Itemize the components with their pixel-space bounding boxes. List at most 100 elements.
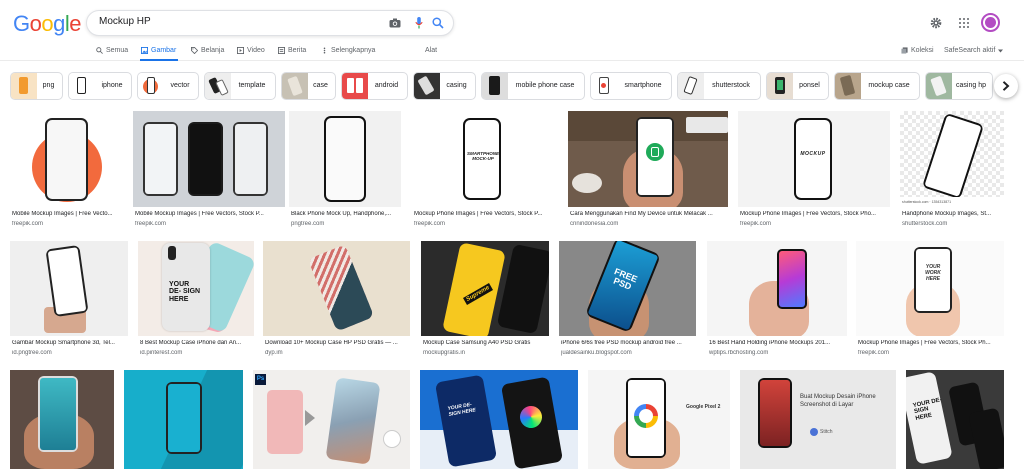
search-icon[interactable] [431,16,445,30]
image-result[interactable]: Mobile Mockup Images | Free Vecto... fre… [10,111,129,231]
result-thumbnail: YOUR DE- SIGN HERE [420,370,578,469]
google-logo[interactable]: Google [13,11,82,37]
safesearch-button[interactable]: SafeSearch aktif [944,47,1004,54]
chip-label: smartphone [624,82,662,89]
logo-letter: e [69,11,82,36]
image-result[interactable]: Ps [253,370,410,469]
search-input[interactable]: Mockup HP [99,16,151,27]
chip-thumbnail [835,73,861,99]
image-result[interactable]: MOCKUP Mockup Phone Images | Free Vector… [738,111,890,231]
image-result[interactable]: Download 10+ Mockup Case HP PSD Gratis —… [263,241,410,361]
result-thumbnail [133,111,285,207]
image-caption: Stitch [820,429,833,435]
image-result[interactable]: Cara Menggunakan Find My Device untuk Me… [568,111,728,231]
apps-grid-icon[interactable] [959,18,969,28]
result-source: pngtree.com [291,221,325,227]
result-title: Handphone Mockup Images, St... [902,211,992,217]
result-title: Cara Menggunakan Find My Device untuk Me… [570,211,713,217]
image-result[interactable] [10,370,114,469]
chip-case[interactable]: case [281,72,336,100]
chip-thumbnail [767,73,793,99]
result-title: Mockup Phone Images | Free Vectors, Stoc… [414,211,543,217]
image-result[interactable]: YOUR WORK HERE Mockup Phone Images | Fre… [856,241,1004,361]
image-result[interactable]: FREE PSD iPhone 6/6s free PSD mockup and… [559,241,696,361]
chip-iphone[interactable]: iphone [68,72,132,100]
image-result[interactable]: YOUR DE- SIGN HERE [420,370,578,469]
chip-thumbnail [11,73,37,99]
news-icon [278,47,285,54]
chip-thumbnail [342,73,368,99]
result-thumbnail [707,241,847,336]
image-result[interactable]: SMARTPHONE MOCK-UP Mockup Phone Images |… [412,111,558,231]
chip-casing-hp[interactable]: casing hp [925,72,993,100]
chip-casing[interactable]: casing [413,72,476,100]
image-result[interactable]: Supreme Mockup Case Samsung A40 PSD Grat… [421,241,549,361]
chevron-right-icon [1002,81,1010,91]
chips-next-button[interactable] [994,74,1018,98]
result-source: freepik.com [135,221,167,227]
stitch-logo [810,428,818,436]
search-box[interactable]: Mockup HP [86,10,454,36]
result-thumbnail: Ps [253,370,410,469]
result-thumbnail: SMARTPHONE MOCK-UP [412,111,558,207]
result-thumbnail [263,241,410,336]
chip-vector[interactable]: vector [137,72,199,100]
chip-label: png [42,82,55,89]
tab-video[interactable]: Video [237,47,265,54]
logo-letter: o [41,11,54,36]
image-result[interactable] [124,370,243,469]
tools-button[interactable]: Alat [425,47,437,54]
image-result[interactable]: Mobile Mockup Images | Free Vectors, Sto… [133,111,285,231]
chip-thumbnail [482,73,508,99]
result-thumbnail: Buat Mockup Desain iPhone Screenshot di … [740,370,896,469]
tab-shopping[interactable]: Belanja [191,47,224,54]
related-searches: png iphone vector template case android … [0,72,1024,100]
chip-mockup-case[interactable]: mockup case [834,72,920,100]
chip-label: iphone [101,82,123,89]
tab-label: Belanja [201,47,225,54]
tab-news[interactable]: Berita [278,47,306,54]
image-result[interactable]: YOUR DE- SIGN HERE 8 Best Mockup Case iP… [138,241,254,361]
camera-icon[interactable] [388,16,402,30]
tab-more[interactable]: Selengkapnya [321,47,375,54]
mic-icon[interactable] [412,16,426,30]
collections-button[interactable]: Koleksi [901,47,934,54]
image-result[interactable]: YOUR DE- SIGN HERE [906,370,1004,469]
image-result[interactable]: 16 Best Hand Holding iPhone Mockups 201.… [707,241,847,361]
chip-png[interactable]: png [10,72,63,100]
chip-thumbnail [282,73,308,99]
result-thumbnail [568,111,728,207]
tab-label: Selengkapnya [331,47,376,54]
tab-label: Video [247,47,265,54]
image-result[interactable]: Black Phone Mock Up, Handphone,... pngtr… [289,111,401,231]
chip-mobile-phone-case[interactable]: mobile phone case [481,72,585,100]
image-result[interactable]: Buat Mockup Desain iPhone Screenshot di … [740,370,896,469]
result-source: wptips.rbchosting.com [709,350,769,356]
photoshop-icon: Ps [255,374,266,385]
gear-icon[interactable] [930,16,942,34]
result-title: 8 Best Mockup Case iPhone dan An... [140,340,242,346]
chip-shutterstock[interactable]: shutterstock [677,72,761,100]
image-result[interactable]: Google Pixel 2 [588,370,730,469]
result-source: id.pngtree.com [12,350,52,356]
result-source: cnnindonesia.com [570,221,619,227]
chip-template[interactable]: template [204,72,276,100]
chip-label: shutterstock [712,82,750,89]
tab-all[interactable]: Semua [96,47,128,54]
image-caption: YOUR DE- SIGN HERE [169,281,201,303]
result-title: Download 10+ Mockup Case HP PSD Gratis —… [265,340,398,346]
image-result[interactable]: shutterstock.com · 1354313871 Handphone … [900,111,1004,231]
result-title: Gambar Mockup Smartphone 3d, Tel... [12,340,115,346]
result-title: Mockup Phone Images | Free Vectors, Stoc… [858,340,991,346]
chip-android[interactable]: android [341,72,408,100]
image-result[interactable]: Gambar Mockup Smartphone 3d, Tel... id.p… [10,241,128,361]
chip-smartphone[interactable]: smartphone [590,72,672,100]
tab-images[interactable]: Gambar [141,47,176,54]
result-thumbnail: YOUR WORK HERE [856,241,1004,336]
result-source: freepik.com [740,221,772,227]
search-icon [96,47,103,54]
chip-label: casing hp [956,82,986,89]
avatar[interactable] [981,13,1000,32]
chip-ponsel[interactable]: ponsel [766,72,829,100]
chip-label: template [238,82,266,89]
